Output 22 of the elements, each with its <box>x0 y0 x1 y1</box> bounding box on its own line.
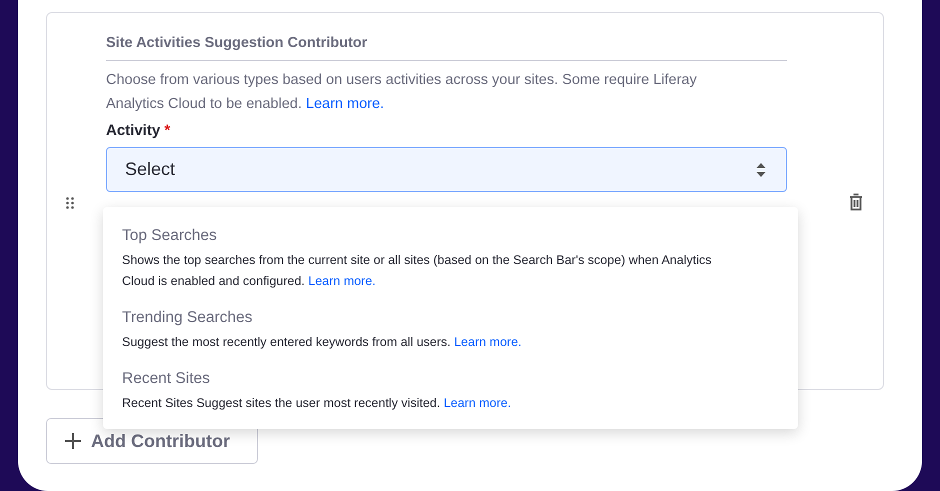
dropdown-option[interactable]: Recent Sites Recent Sites Suggest sites the user most recently visited. Learn more. <box>122 370 779 414</box>
required-mark: * <box>164 122 170 139</box>
contributor-title: Site Activities Suggestion Contributor <box>106 35 787 61</box>
trash-icon[interactable] <box>849 193 863 211</box>
option-description: Suggest the most recently entered keywords from all users. Learn more. <box>122 334 522 351</box>
plus-icon <box>65 433 81 449</box>
option-description: Shows the top searches from the current site or all sites (based on the Search Bar's scope) when Analytics Cloud is enabled and configured. Learn more. <box>122 252 712 290</box>
option-description: Recent Sites Suggest sites the user most recently visited. Learn more. <box>122 395 512 412</box>
dropdown-option[interactable]: Top Searches Shows the top searches from the current site or all sites (based on the Search Bar's scope) when Analytics Cloud is enabled and configured. Learn more. <box>122 227 779 292</box>
activity-label: Activity <box>106 122 160 139</box>
activity-select[interactable]: Select <box>106 147 787 192</box>
learn-more-link[interactable]: Learn more. <box>306 96 384 112</box>
dropdown-option[interactable]: Trending Searches Suggest the most recently entered keywords from all users. Learn more. <box>122 309 779 353</box>
learn-more-link[interactable]: Learn more. <box>308 274 376 288</box>
option-title: Top Searches <box>122 227 218 245</box>
learn-more-link[interactable]: Learn more. <box>444 396 512 410</box>
option-title: Recent Sites <box>122 370 211 388</box>
option-title: Trending Searches <box>122 309 254 327</box>
sort-arrows-icon <box>756 162 766 178</box>
drag-handle-icon[interactable] <box>66 197 74 209</box>
contributor-description: Choose from various types based on users activities across your sites. Some require Liferay Analytics Cloud to be enabled. Learn more. <box>106 71 698 114</box>
learn-more-link[interactable]: Learn more. <box>454 335 522 349</box>
